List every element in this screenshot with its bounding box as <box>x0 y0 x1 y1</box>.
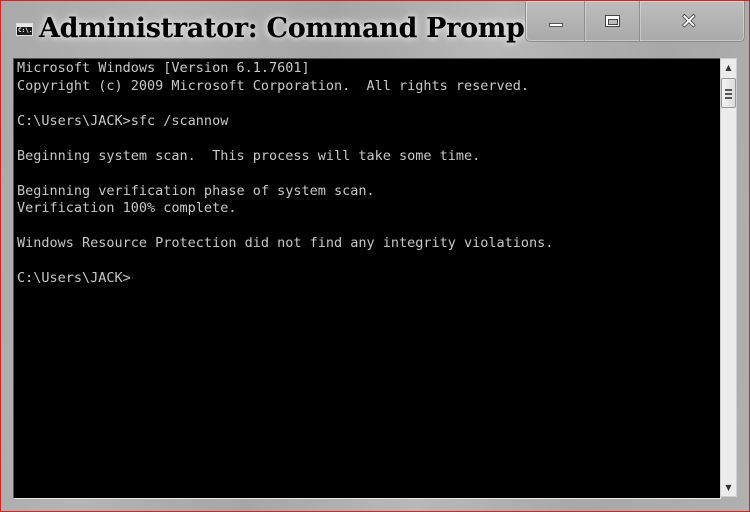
console-line: Verification 100% complete. <box>17 200 237 216</box>
scroll-up-button[interactable]: ▲ <box>721 59 736 76</box>
console-line: Microsoft Windows [Version 6.1.7601] <box>17 60 310 76</box>
minimize-icon <box>549 23 563 27</box>
window-title: Administrator: Command Prompt <box>39 13 537 44</box>
command-prompt-window: C:\. Administrator: Command Prompt ✕ Mic… <box>0 0 750 512</box>
cmd-icon[interactable]: C:\. <box>16 23 33 36</box>
console-text[interactable]: Microsoft Windows [Version 6.1.7601] Copy… <box>14 59 720 288</box>
title-bar[interactable]: C:\. Administrator: Command Prompt ✕ <box>1 1 749 57</box>
scroll-down-button[interactable]: ▼ <box>721 479 736 496</box>
console-line: C:\Users\JACK> <box>17 270 131 286</box>
console-line: Copyright (c) 2009 Microsoft Corporation… <box>17 77 530 94</box>
console-line: Beginning system scan. This process will… <box>17 147 481 164</box>
caption-buttons: ✕ <box>525 1 745 42</box>
minimize-button[interactable] <box>526 1 585 41</box>
console-line: Beginning verification phase of system s… <box>17 182 375 199</box>
grip-icon <box>725 97 732 99</box>
cmd-icon-text: C:\. <box>18 27 33 34</box>
scroll-up-icon: ▲ <box>725 63 732 72</box>
console-output[interactable]: Microsoft Windows [Version 6.1.7601] Copy… <box>13 58 721 499</box>
console-line: Windows Resource Protection did not find… <box>17 235 554 251</box>
maximize-icon <box>604 15 620 27</box>
maximize-button[interactable] <box>585 1 641 41</box>
grip-icon <box>725 89 732 91</box>
grip-icon <box>725 93 732 95</box>
close-button[interactable]: ✕ <box>640 1 744 41</box>
close-icon: ✕ <box>680 9 698 33</box>
vertical-scrollbar[interactable]: ▲ ▼ <box>720 58 737 497</box>
console-line: C:\Users\JACK>sfc /scannow <box>17 112 229 129</box>
scroll-thumb[interactable] <box>721 78 736 108</box>
scroll-down-icon: ▼ <box>725 483 732 492</box>
